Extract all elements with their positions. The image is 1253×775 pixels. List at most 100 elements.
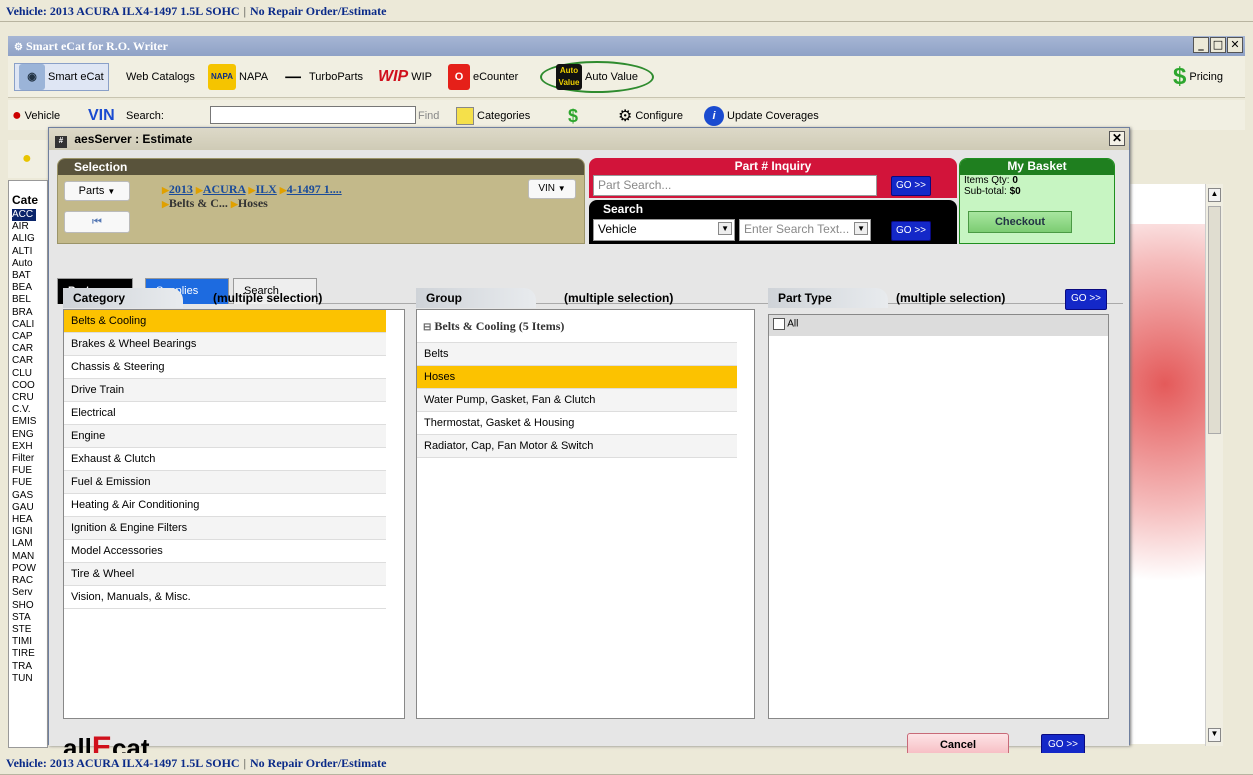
category-row[interactable]: Fuel & Emission <box>64 471 386 494</box>
side-list-item[interactable]: GAU <box>12 502 36 514</box>
group-row[interactable]: Belts <box>417 343 737 366</box>
categories-button[interactable]: Categories <box>456 102 530 130</box>
crumb-engine[interactable]: 4-1497 1.... <box>287 182 342 196</box>
category-row[interactable]: Belts & Cooling <box>64 310 386 333</box>
crumb-group[interactable]: Hoses <box>238 196 268 210</box>
side-list-item[interactable]: CAR <box>12 355 36 367</box>
side-list-item[interactable]: BAT <box>12 270 36 282</box>
group-row[interactable]: Radiator, Cap, Fan Motor & Switch <box>417 435 737 458</box>
find-button[interactable]: Find <box>418 102 439 130</box>
turboparts-button[interactable]: ─ TurboParts <box>280 63 363 91</box>
part-inquiry-go-button[interactable]: GO >> <box>891 176 931 196</box>
parts-dropdown[interactable]: Parts ▼ <box>64 181 130 201</box>
side-list-item[interactable]: C.V. <box>12 404 36 416</box>
crumb-year[interactable]: 2013 <box>169 182 193 196</box>
vertical-scrollbar[interactable]: ▲ ▼ <box>1205 184 1223 746</box>
smart-ecat-button[interactable]: ◉ Smart eCat <box>14 63 109 91</box>
side-list-item[interactable]: TIRE <box>12 648 36 660</box>
update-coverages-button[interactable]: i Update Coverages <box>704 102 819 130</box>
napa-button[interactable]: NAPA NAPA <box>208 63 268 91</box>
side-list-item[interactable]: CLU <box>12 368 36 380</box>
side-list-item[interactable]: TIMI <box>12 636 36 648</box>
scroll-up-arrow-icon[interactable]: ▲ <box>1208 188 1221 202</box>
side-list-item[interactable]: EXH <box>12 441 36 453</box>
web-catalogs-button[interactable]: Web Catalogs <box>126 63 195 91</box>
side-list-item[interactable]: HEA <box>12 514 36 526</box>
vin-dropdown[interactable]: VIN ▼ <box>528 179 576 199</box>
side-list-item[interactable]: CAR <box>12 343 36 355</box>
side-list-item[interactable]: STA <box>12 612 36 624</box>
vin-button[interactable]: VIN <box>88 102 115 130</box>
side-list-item[interactable]: ACC <box>12 209 37 222</box>
toolbar-search-input[interactable] <box>210 106 416 124</box>
search-go-button[interactable]: GO >> <box>891 221 931 241</box>
group-row[interactable]: Thermostat, Gasket & Housing <box>417 412 737 435</box>
side-list-item[interactable]: AIR <box>12 221 36 233</box>
price-button[interactable]: $ <box>568 102 578 130</box>
group-row[interactable]: Water Pump, Gasket, Fan & Clutch <box>417 389 737 412</box>
side-list-item[interactable]: Filter <box>12 453 36 465</box>
side-list-item[interactable]: POW <box>12 563 36 575</box>
search-type-select[interactable]: Vehicle ▼ <box>593 219 735 241</box>
side-list-item[interactable]: IGNI <box>12 526 36 538</box>
crumb-category[interactable]: Belts & C... <box>169 196 228 210</box>
group-section-header[interactable]: ⊟ Belts & Cooling (5 Items) <box>417 310 754 342</box>
category-row[interactable]: Electrical <box>64 402 386 425</box>
category-row[interactable]: Vision, Manuals, & Misc. <box>64 586 386 609</box>
close-button[interactable]: ✕ <box>1227 37 1243 53</box>
side-list-item[interactable]: CRU <box>12 392 36 404</box>
side-list-item[interactable]: BEA <box>12 282 36 294</box>
part-search-input[interactable]: Part Search... <box>593 175 877 196</box>
category-row[interactable]: Engine <box>64 425 386 448</box>
auto-value-button[interactable]: Auto Value Auto Value <box>540 61 655 93</box>
all-checkbox-row[interactable]: All <box>769 315 1108 336</box>
side-list-item[interactable]: STE <box>12 624 36 636</box>
side-list-item[interactable]: MAN <box>12 551 36 563</box>
category-row[interactable]: Heating & Air Conditioning <box>64 494 386 517</box>
scroll-thumb[interactable] <box>1208 206 1221 434</box>
configure-button[interactable]: ⚙ Configure <box>618 102 683 130</box>
side-list-item[interactable]: FUE <box>12 465 36 477</box>
part-type-go-button[interactable]: GO >> <box>1065 289 1107 310</box>
category-row[interactable]: Drive Train <box>64 379 386 402</box>
side-list-item[interactable]: Serv <box>12 587 36 599</box>
minimize-button[interactable]: _ <box>1193 37 1209 53</box>
pricing-button[interactable]: $ Pricing <box>1173 63 1223 91</box>
category-row[interactable]: Ignition & Engine Filters <box>64 517 386 540</box>
category-row[interactable]: Exhaust & Clutch <box>64 448 386 471</box>
side-list-item[interactable]: ALTI <box>12 246 36 258</box>
group-row[interactable]: Hoses <box>417 366 737 389</box>
dialog-close-button[interactable]: ✕ <box>1109 131 1125 146</box>
side-list-item[interactable]: FUE <box>12 477 36 489</box>
side-list-item[interactable]: CAP <box>12 331 36 343</box>
side-list-item[interactable]: TUN <box>12 673 36 685</box>
vehicle-button[interactable]: ● Vehicle <box>12 102 60 130</box>
side-list-item[interactable]: ENG <box>12 429 36 441</box>
category-row[interactable]: Brakes & Wheel Bearings <box>64 333 386 356</box>
all-checkbox[interactable] <box>773 318 785 330</box>
search-text-input[interactable]: Enter Search Text... ▼ <box>739 219 871 241</box>
collapse-icon[interactable]: ⊟ <box>423 322 431 333</box>
side-list-item[interactable]: SHO <box>12 600 36 612</box>
ecounter-button[interactable]: O eCounter <box>448 63 518 91</box>
checkout-button[interactable]: Checkout <box>968 211 1072 233</box>
category-row[interactable]: Model Accessories <box>64 540 386 563</box>
side-list-item[interactable]: Auto <box>12 258 36 270</box>
back-to-start-button[interactable]: ⏮ <box>64 211 130 233</box>
side-list-item[interactable]: RAC <box>12 575 36 587</box>
crumb-make[interactable]: ACURA <box>203 182 246 196</box>
maximize-button[interactable]: □ <box>1210 37 1226 53</box>
side-list-item[interactable]: CALI <box>12 319 36 331</box>
side-list-item[interactable]: COO <box>12 380 36 392</box>
side-list-item[interactable]: BEL <box>12 294 36 306</box>
side-list-item[interactable]: TRA <box>12 661 36 673</box>
crumb-model[interactable]: ILX <box>255 182 276 196</box>
wip-button[interactable]: WIP WIP <box>378 63 432 91</box>
side-list-item[interactable]: LAM <box>12 538 36 550</box>
side-list-item[interactable]: BRA <box>12 307 36 319</box>
side-list-item[interactable]: ALIG <box>12 233 36 245</box>
scroll-down-arrow-icon[interactable]: ▼ <box>1208 728 1221 742</box>
category-row[interactable]: Chassis & Steering <box>64 356 386 379</box>
category-row[interactable]: Tire & Wheel <box>64 563 386 586</box>
side-list-item[interactable]: GAS <box>12 490 36 502</box>
